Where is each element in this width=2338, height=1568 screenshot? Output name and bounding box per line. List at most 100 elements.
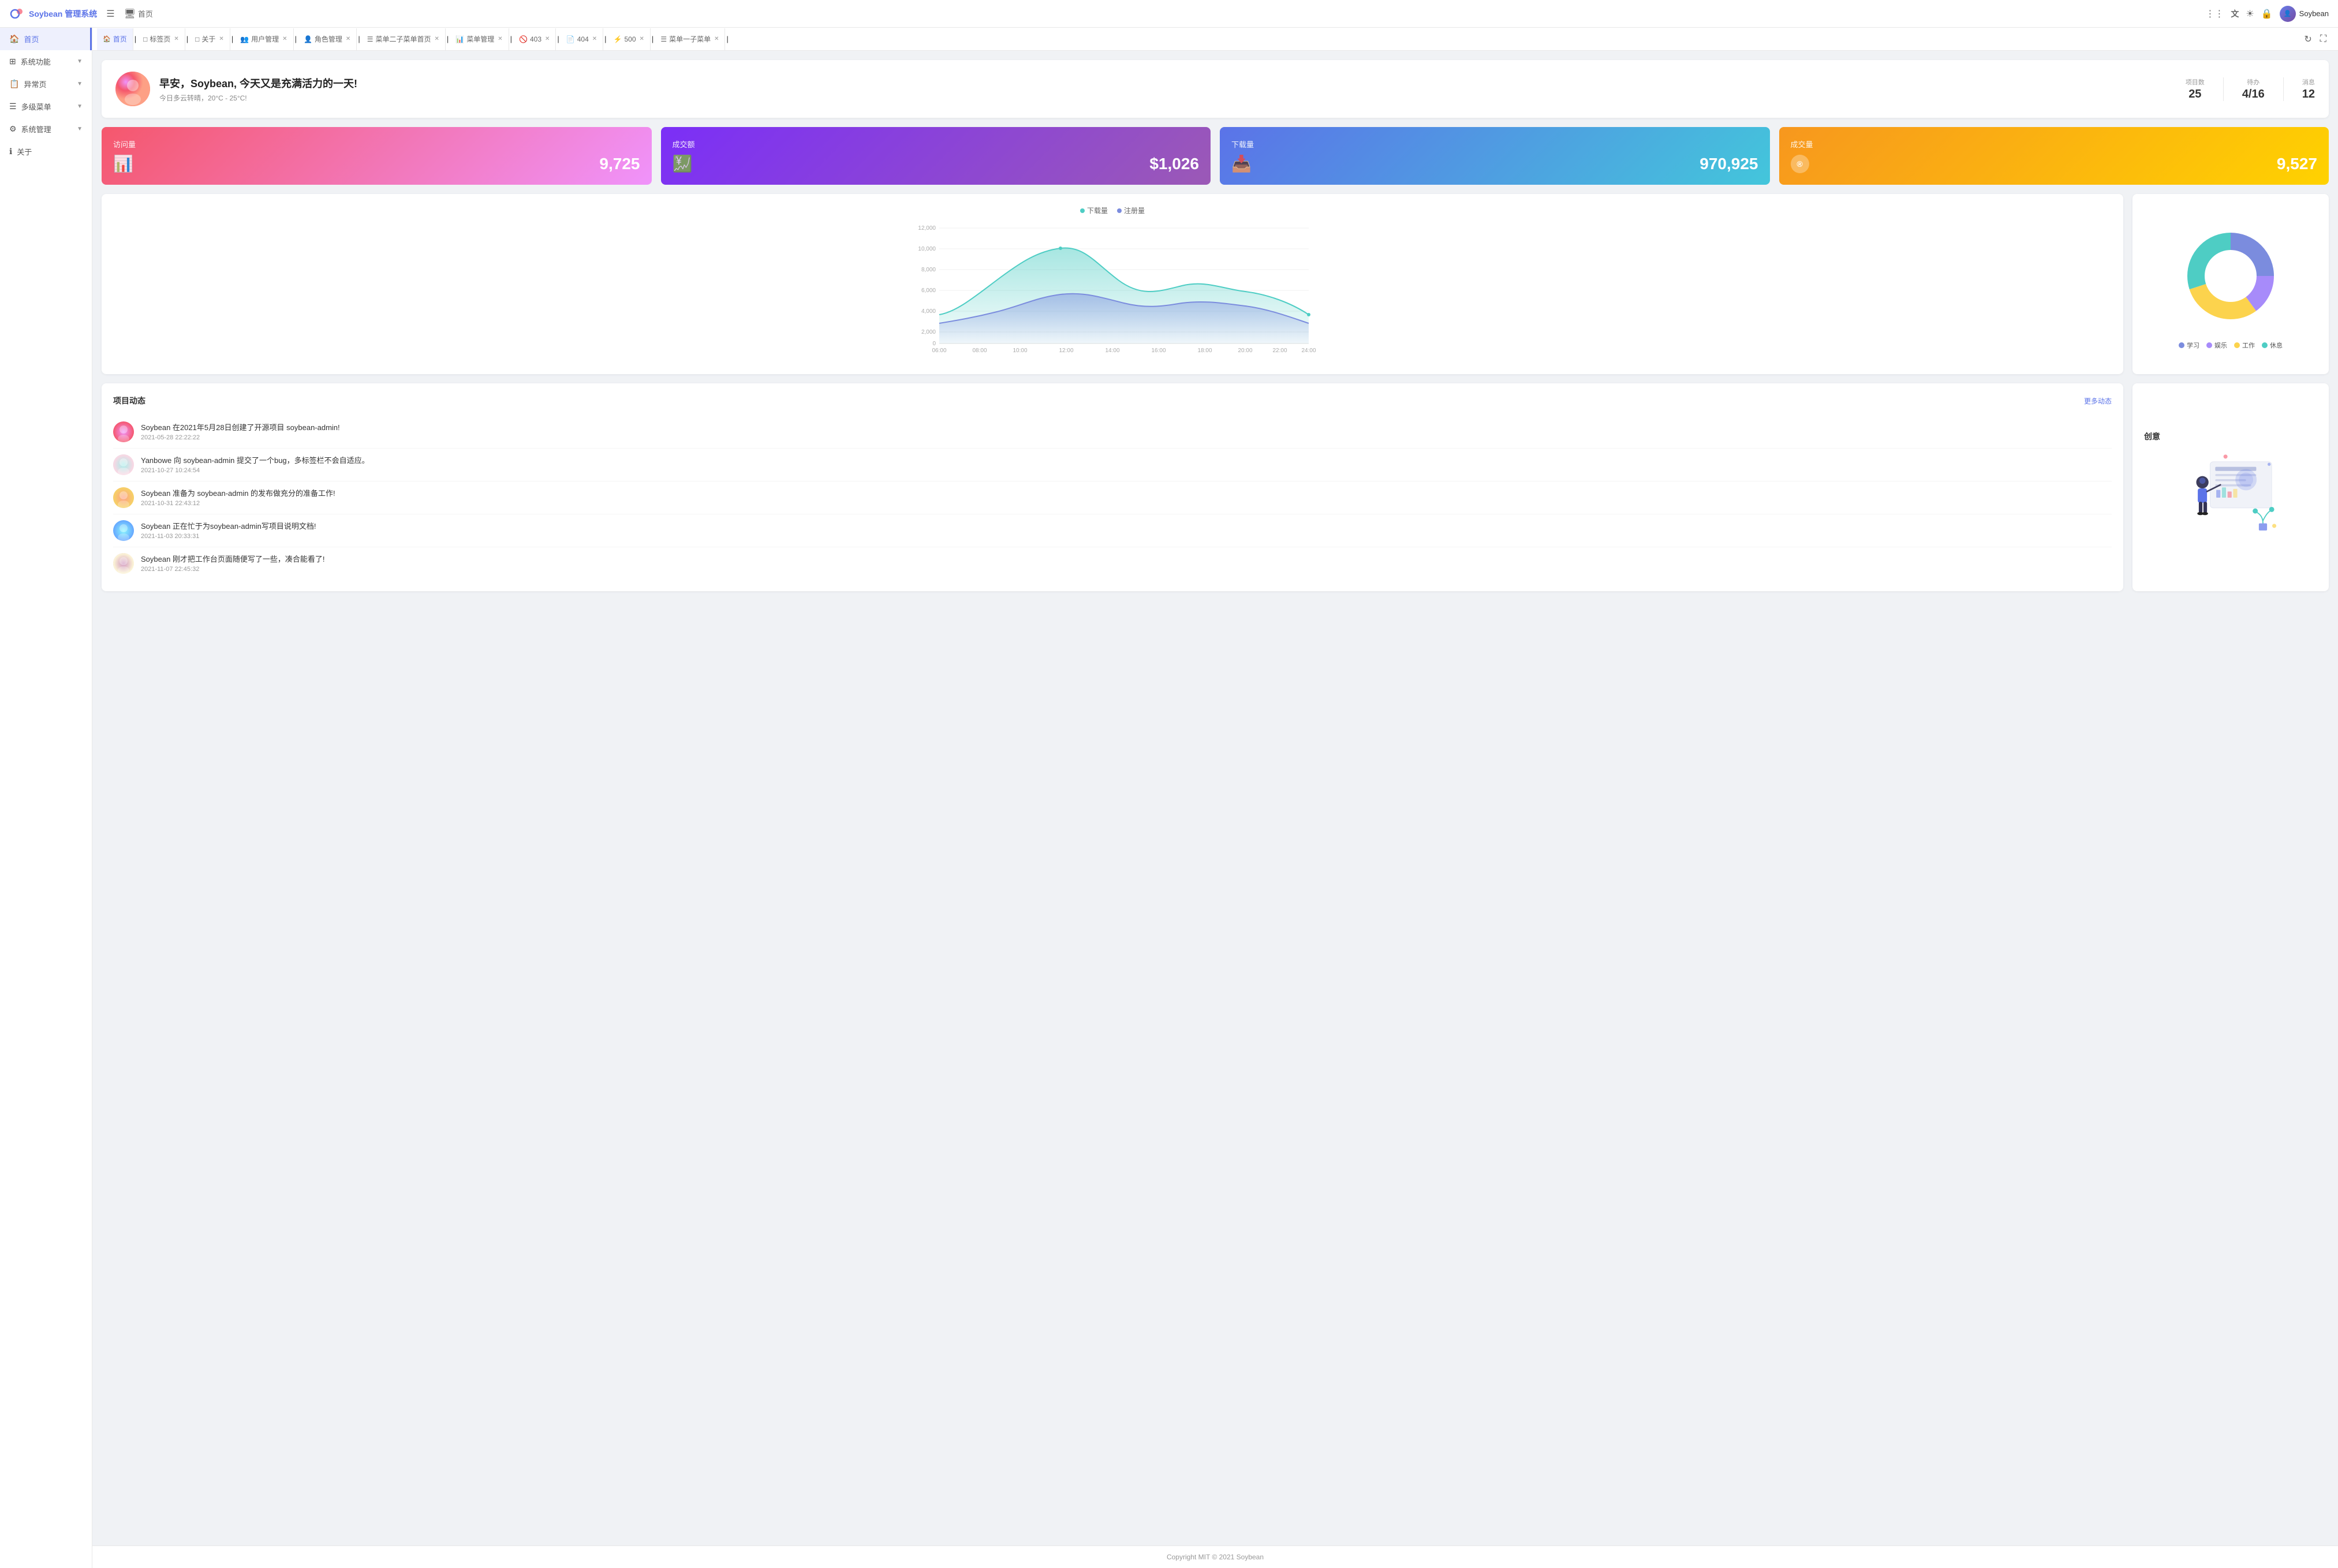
user-menu[interactable]: 👤 Soybean [2280, 6, 2329, 22]
charts-row: 下载量 注册量 [102, 194, 2329, 374]
tab-roles-icon: 👤 [304, 35, 312, 43]
tab-tags[interactable]: □ 标签页 ✕ [137, 28, 185, 50]
legend-dot-rest [2262, 342, 2268, 348]
activity-header: 项目动态 更多动态 [113, 395, 2112, 406]
user-avatar: 👤 [2280, 6, 2296, 22]
tab-500-close[interactable]: ✕ [640, 36, 644, 42]
metric-visits-title: 访问量 [113, 139, 640, 150]
tab-sep-11: | [726, 35, 728, 43]
tab-menu-close[interactable]: ✕ [498, 36, 502, 42]
sidebar-item-sysmanage[interactable]: ⚙ 系统管理 ▼ [0, 118, 92, 140]
menu-toggle-button[interactable]: ☰ [104, 6, 117, 22]
top-nav: Soybean 管理系统 ☰ 🖥 首页 ⋮⋮ 文 ☀ 🔒 👤 Soybean [0, 0, 2338, 28]
legend-study-label: 学习 [2187, 341, 2199, 350]
metric-transactions-value: 9,527 [2277, 155, 2317, 173]
lock-icon[interactable]: 🔒 [2261, 8, 2273, 20]
tab-500[interactable]: ⚡ 500 ✕ [608, 28, 651, 50]
tab-submenu-home[interactable]: ☰ 菜单二子菜单首页 ✕ [361, 28, 446, 50]
creative-card: 创意 [2132, 383, 2329, 591]
welcome-stats: 项目数 25 待办 4/16 消息 12 [2186, 77, 2315, 101]
tab-about-label: 关于 [201, 34, 215, 44]
sun-icon[interactable]: ☀ [2246, 8, 2254, 20]
tab-about-close[interactable]: ✕ [219, 36, 223, 42]
tab-sep-1: | [135, 35, 136, 43]
activity-content-5: Soybean 刚才把工作台页面随便写了一些，凑合能看了! 2021-11-07… [141, 553, 325, 573]
footer-text: Copyright MIT © 2021 Soybean [1167, 1553, 1264, 1561]
sidebar-item-about[interactable]: ℹ 关于 [0, 140, 92, 163]
svg-text:12:00: 12:00 [1059, 348, 1073, 354]
multimenu-icon: ☰ [9, 102, 17, 111]
activity-time-2: 2021-10-27 10:24:54 [141, 467, 369, 474]
tab-submenu-close[interactable]: ✕ [434, 36, 439, 42]
activity-content-4: Soybean 正在忙于为soybean-admin写项目说明文档! 2021-… [141, 520, 316, 540]
tab-tags-close[interactable]: ✕ [174, 36, 178, 42]
tab-submenu1[interactable]: ☰ 菜单一子菜单 ✕ [655, 28, 725, 50]
sidebar-item-exception[interactable]: 📋 异常页 ▼ [0, 73, 92, 95]
grid-icon[interactable]: ⋮⋮ [2205, 8, 2224, 20]
monitor-icon: 🖥 [124, 8, 136, 20]
tab-404-close[interactable]: ✕ [592, 36, 597, 42]
tab-submenu-label: 菜单二子菜单首页 [375, 34, 431, 44]
svg-text:10,000: 10,000 [918, 246, 936, 252]
svg-text:12,000: 12,000 [918, 225, 936, 232]
tab-sep-10: | [652, 35, 653, 43]
tab-fullscreen-button[interactable]: ⛶ [2318, 31, 2329, 47]
stat-projects-value: 25 [2186, 88, 2205, 101]
activity-avatar-3 [113, 487, 134, 508]
tab-about[interactable]: □ 关于 ✕ [189, 28, 230, 50]
tab-users-close[interactable]: ✕ [282, 36, 287, 42]
sidebar-label-home: 首页 [24, 33, 39, 44]
tab-home-icon: 🏠 [103, 35, 111, 43]
svg-text:06:00: 06:00 [932, 348, 946, 354]
main-layout: 🏠 首页 ⊞ 系统功能 ▼ 📋 异常页 ▼ ☰ 多级菜单 ▼ ⚙ 系统管理 [0, 28, 2338, 1568]
tab-menu-manage[interactable]: 📊 菜单管理 ✕ [450, 28, 509, 50]
tab-roles[interactable]: 👤 角色管理 ✕ [298, 28, 357, 50]
svg-text:20:00: 20:00 [1238, 348, 1252, 354]
tab-users[interactable]: 👥 用户管理 ✕ [234, 28, 293, 50]
donut-chart-card: 学习 娱乐 工作 休息 [2132, 194, 2329, 374]
activity-text-5: Soybean 刚才把工作台页面随便写了一些，凑合能看了! [141, 553, 325, 564]
chevron-down-icon: ▼ [77, 58, 83, 65]
legend-registrations: 注册量 [1117, 206, 1145, 215]
stat-messages-label: 消息 [2302, 77, 2315, 87]
tab-submenu1-close[interactable]: ✕ [714, 36, 719, 42]
svg-text:8,000: 8,000 [921, 267, 936, 273]
tab-refresh-button[interactable]: ↻ [2302, 31, 2314, 47]
activity-text-1: Soybean 在2021年5月28日创建了开源项目 soybean-admin… [141, 421, 340, 432]
welcome-left: 早安，Soybean, 今天又是充满活力的一天! 今日多云转晴，20°C - 2… [115, 72, 357, 106]
nav-right: ⋮⋮ 文 ☀ 🔒 👤 Soybean [2205, 6, 2329, 22]
tab-404[interactable]: 📄 404 ✕ [561, 28, 603, 50]
user-name: Soybean [2299, 9, 2329, 18]
metric-revenue-icon: 💹 [673, 154, 693, 173]
stat-messages-value: 12 [2302, 88, 2315, 101]
translate-icon[interactable]: 文 [2231, 8, 2239, 20]
tab-tags-icon: □ [143, 35, 147, 43]
home-tab-nav[interactable]: 首页 [138, 8, 153, 19]
tab-403[interactable]: 🚫 403 ✕ [513, 28, 556, 50]
svg-text:22:00: 22:00 [1272, 348, 1287, 354]
activity-content-3: Soybean 准备为 soybean-admin 的发布做充分的准备工作! 2… [141, 487, 335, 507]
legend-rest: 休息 [2262, 341, 2283, 350]
legend-dot-study [2179, 342, 2184, 348]
tab-roles-close[interactable]: ✕ [346, 36, 350, 42]
tab-403-close[interactable]: ✕ [545, 36, 550, 42]
svg-text:2,000: 2,000 [921, 329, 936, 335]
sidebar-item-system[interactable]: ⊞ 系统功能 ▼ [0, 50, 92, 73]
sidebar: 🏠 首页 ⊞ 系统功能 ▼ 📋 异常页 ▼ ☰ 多级菜单 ▼ ⚙ 系统管理 [0, 28, 92, 1568]
activity-time-5: 2021-11-07 22:45:32 [141, 566, 325, 573]
chart-legend: 下载量 注册量 [113, 206, 2112, 215]
legend-work-label: 工作 [2242, 341, 2255, 350]
tab-menu-label: 菜单管理 [466, 34, 494, 44]
stat-divider-2 [2283, 77, 2284, 101]
sidebar-label-about: 关于 [17, 146, 32, 157]
tab-home-label: 首页 [113, 34, 127, 44]
tab-users-label: 用户管理 [251, 34, 279, 44]
sidebar-item-home[interactable]: 🏠 首页 [0, 28, 92, 50]
sidebar-item-multimenu[interactable]: ☰ 多级菜单 ▼ [0, 95, 92, 118]
more-activities-link[interactable]: 更多动态 [2084, 396, 2112, 406]
activity-text-2: Yanbowe 向 soybean-admin 提交了一个bug，多标签栏不会自… [141, 454, 369, 465]
tab-home[interactable]: 🏠 首页 [97, 28, 133, 50]
legend-rest-label: 休息 [2270, 341, 2283, 350]
tab-submenu1-label: 菜单一子菜单 [669, 34, 711, 44]
tab-sep-7: | [510, 35, 512, 43]
